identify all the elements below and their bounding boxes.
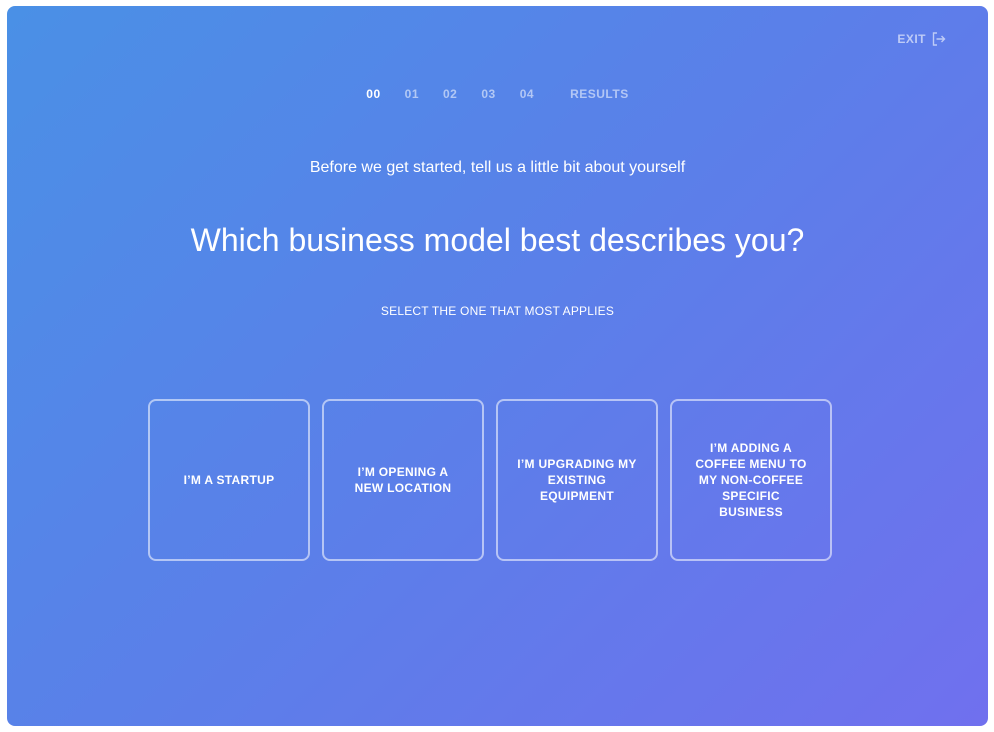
option-upgrading-equipment[interactable]: I’M UPGRADING MY EXISTING EQUIPMENT	[496, 399, 658, 561]
step-navigation: 00 01 02 03 04 RESULTS	[7, 87, 988, 101]
exit-button[interactable]: EXIT	[897, 32, 946, 46]
option-startup[interactable]: I’M A STARTUP	[148, 399, 310, 561]
step-results[interactable]: RESULTS	[570, 87, 629, 101]
intro-text: Before we get started, tell us a little …	[309, 159, 686, 176]
option-label: I’M A STARTUP	[183, 473, 275, 487]
step-02[interactable]: 02	[443, 87, 457, 101]
instruction-text: SELECT THE ONE THAT MOST APPLIES	[380, 304, 615, 318]
onboarding-panel: EXIT 00 01 02 03 04 RESULTS Before we ge…	[7, 6, 988, 726]
option-label: I’M ADDING A COFFEE MENU TO MY NON-COFFE…	[695, 441, 807, 519]
options-group: I’M A STARTUP I’M OPENING A NEW LOCATION…	[148, 399, 832, 561]
exit-arrow-icon	[932, 32, 946, 46]
option-adding-coffee-menu[interactable]: I’M ADDING A COFFEE MENU TO MY NON-COFFE…	[670, 399, 832, 561]
step-03[interactable]: 03	[481, 87, 495, 101]
step-01[interactable]: 01	[405, 87, 419, 101]
exit-label: EXIT	[897, 32, 926, 46]
option-label: I’M UPGRADING MY EXISTING EQUIPMENT	[517, 457, 637, 503]
option-new-location[interactable]: I’M OPENING A NEW LOCATION	[322, 399, 484, 561]
step-00[interactable]: 00	[366, 87, 380, 101]
question-heading: Which business model best describes you?	[190, 222, 805, 258]
step-04[interactable]: 04	[520, 87, 534, 101]
option-label: I’M OPENING A NEW LOCATION	[354, 465, 452, 495]
